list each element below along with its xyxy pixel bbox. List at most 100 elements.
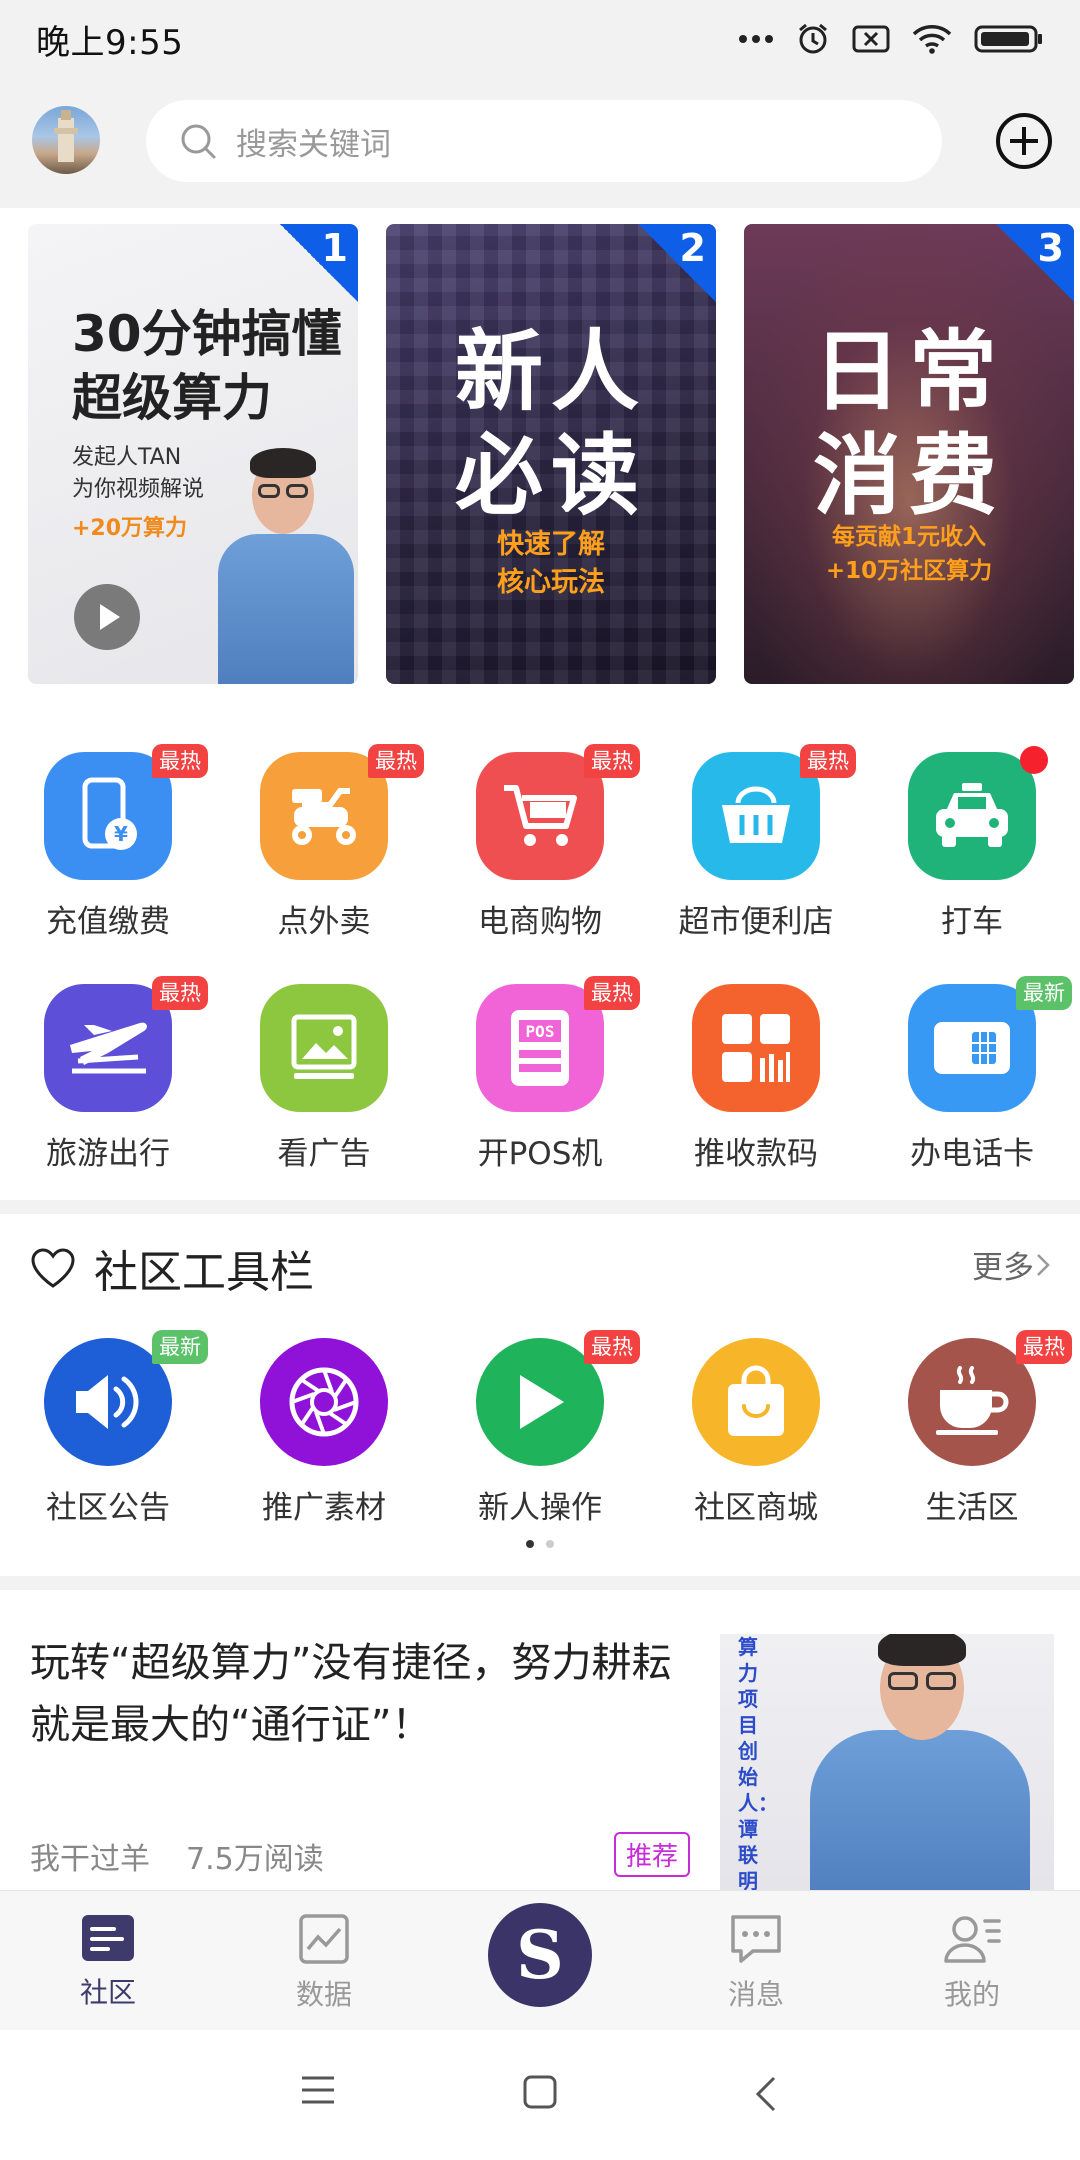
section-divider xyxy=(0,1576,1080,1590)
tab-community[interactable]: 社区 xyxy=(0,1913,216,2011)
banner-subtitle-line2: 核心玩法 xyxy=(497,567,605,598)
service-label: 旅游出行 xyxy=(46,1136,170,1172)
notification-dot xyxy=(1020,746,1048,774)
service-taxi[interactable]: 打车 xyxy=(864,746,1080,952)
more-dots-icon xyxy=(739,35,773,43)
service-recharge[interactable]: ¥ 最热 充值缴费 xyxy=(0,744,216,952)
service-label: 开POS机 xyxy=(477,1136,603,1172)
banner-subtitle: 每贡献1元收入 +10万社区算力 xyxy=(744,520,1074,588)
banner-subtitle: 发起人TAN 为你视频解说 xyxy=(72,442,204,506)
shopping-bag-icon xyxy=(692,1338,820,1466)
add-circle-icon[interactable] xyxy=(994,111,1054,171)
banner-subtitle-line1: 发起人TAN xyxy=(72,445,182,470)
more-link[interactable]: 更多 xyxy=(972,1242,1052,1287)
speaker-icon: 最新 xyxy=(44,1330,208,1466)
top-header: 搜索关键词 xyxy=(0,78,1080,208)
service-sim-card[interactable]: 最新 办电话卡 xyxy=(864,976,1080,1184)
hot-badge: 最热 xyxy=(1016,1330,1072,1364)
service-label: 充值缴费 xyxy=(46,904,170,940)
service-label: 打车 xyxy=(941,904,1003,940)
banner-title-line2: 超级算力 xyxy=(72,369,272,427)
wifi-icon xyxy=(912,25,952,54)
avatar[interactable] xyxy=(32,106,100,174)
banner-super-compute[interactable]: 30分钟搞懂 超级算力 发起人TAN 为你视频解说 +20万算力 1 xyxy=(28,224,358,684)
hot-badge: 最热 xyxy=(800,744,856,778)
hot-badge: 最热 xyxy=(368,744,424,778)
hot-badge: 最热 xyxy=(584,1330,640,1364)
service-ecommerce[interactable]: 最热 电商购物 xyxy=(432,744,648,952)
svg-text:POS: POS xyxy=(526,1022,555,1041)
banner-carousel: 30分钟搞懂 超级算力 发起人TAN 为你视频解说 +20万算力 1 新人 必读 xyxy=(0,208,1080,708)
banner-title-line1: 日常 xyxy=(812,320,1005,423)
plane-icon: 最热 xyxy=(44,976,208,1112)
tool-label: 社区商城 xyxy=(694,1490,818,1526)
service-label: 办电话卡 xyxy=(910,1136,1034,1172)
sim-disabled-icon xyxy=(852,25,890,53)
service-supermarket[interactable]: 最热 超市便利店 xyxy=(648,744,864,952)
more-label: 更多 xyxy=(972,1250,1034,1286)
service-payment-code[interactable]: 推收款码 xyxy=(648,984,864,1184)
presenter-photo xyxy=(214,434,354,684)
community-toolbar: 社区工具栏 更多 最新 社区公告 推广素材 最热 新人操作 社区商城 最热 生活… xyxy=(0,1214,1080,1576)
menu-nav-icon[interactable] xyxy=(300,2074,336,2106)
new-badge: 最新 xyxy=(152,1330,208,1364)
banner-number: 3 xyxy=(1037,226,1064,270)
sim-card-icon: 最新 xyxy=(908,976,1072,1112)
banner-newbie-guide[interactable]: 新人 必读 快速了解 核心玩法 2 xyxy=(386,224,716,684)
search-box[interactable]: 搜索关键词 xyxy=(146,100,942,182)
status-time: 晚上9:55 xyxy=(36,22,184,63)
tool-life-zone[interactable]: 最热 生活区 xyxy=(864,1330,1080,1538)
service-food-delivery[interactable]: 最热 点外卖 xyxy=(216,744,432,952)
tab-messages[interactable]: 消息 xyxy=(648,1913,864,2013)
chart-icon xyxy=(299,1914,349,1964)
service-label: 看广告 xyxy=(277,1136,371,1172)
hot-badge: 最热 xyxy=(584,976,640,1010)
service-label: 推收款码 xyxy=(694,1136,818,1172)
banner-number: 1 xyxy=(321,226,348,270)
tab-label: 我的 xyxy=(943,1978,1000,2011)
service-watch-ads[interactable]: 看广告 xyxy=(216,984,432,1184)
service-pos-machine[interactable]: POS 最热 开POS机 xyxy=(432,976,648,1184)
services-grid: ¥ 最热 充值缴费 最热 点外卖 最热 电商购物 最热 超市便利店 打车 最热 … xyxy=(0,708,1080,1200)
banner-bonus: +20万算力 xyxy=(72,516,188,541)
bottom-tab-bar: 社区 数据 S 消息 我的 xyxy=(0,1890,1080,2030)
play-icon[interactable] xyxy=(74,584,140,650)
tool-label: 社区公告 xyxy=(46,1490,170,1526)
image-ad-icon xyxy=(260,984,388,1112)
banner-title-line2: 消费 xyxy=(812,424,1005,527)
article-thumbnail: 算力项目创始人：谭联明 xyxy=(720,1634,1054,1890)
battery-icon xyxy=(974,25,1042,53)
banner-title-line2: 必读 xyxy=(454,424,647,527)
alarm-icon xyxy=(799,23,827,54)
hot-badge: 最热 xyxy=(584,744,640,778)
hot-badge: 最热 xyxy=(152,744,208,778)
banner-subtitle-line2: 为你视频解说 xyxy=(72,477,205,502)
svg-text:¥: ¥ xyxy=(114,822,128,846)
back-nav-icon[interactable] xyxy=(752,2074,778,2114)
section-divider xyxy=(0,1200,1080,1214)
home-nav-icon[interactable] xyxy=(522,2074,558,2110)
article-card[interactable]: 玩转“超级算力”没有捷径，努力耕耘就是最大的“通行证”！ 我干过羊 7.5万阅读… xyxy=(0,1590,1080,1890)
tool-newbie-operation[interactable]: 最热 新人操作 xyxy=(432,1330,648,1538)
tab-data[interactable]: 数据 xyxy=(216,1913,432,2013)
banner-daily-consumption[interactable]: 日常 消费 每贡献1元收入 +10万社区算力 3 xyxy=(744,224,1074,684)
tool-announcement[interactable]: 最新 社区公告 xyxy=(0,1330,216,1538)
service-label: 电商购物 xyxy=(478,904,602,940)
tool-promotion-material[interactable]: 推广素材 xyxy=(216,1338,432,1538)
page-dot-active xyxy=(526,1540,534,1548)
banner-subtitle: 快速了解 核心玩法 xyxy=(386,526,716,602)
toolbar-header: 社区工具栏 xyxy=(30,1236,314,1300)
status-bar: 晚上9:55 xyxy=(0,0,1080,78)
profile-icon xyxy=(944,1916,1001,1963)
tool-community-mall[interactable]: 社区商城 xyxy=(648,1338,864,1538)
banner-subtitle-line2: +10万社区算力 xyxy=(825,558,993,584)
search-placeholder: 搜索关键词 xyxy=(236,126,391,163)
community-icon xyxy=(82,1915,134,1961)
service-label: 点外卖 xyxy=(277,904,371,940)
aperture-icon xyxy=(260,1338,388,1466)
tab-center-logo[interactable]: S xyxy=(488,1903,592,2007)
banner-subtitle-line1: 快速了解 xyxy=(497,529,605,560)
service-travel[interactable]: 最热 旅游出行 xyxy=(0,976,216,1184)
tab-profile[interactable]: 我的 xyxy=(864,1913,1080,2013)
toolbar-title: 社区工具栏 xyxy=(94,1247,314,1298)
